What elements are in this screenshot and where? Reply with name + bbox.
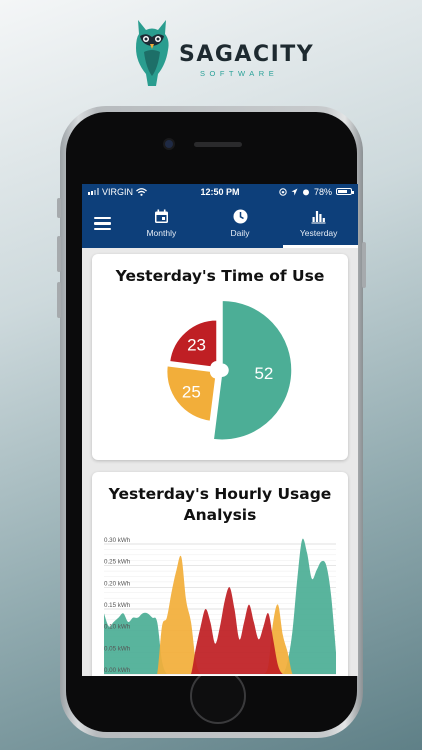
owl-icon: [136, 20, 169, 86]
brand-subtitle: SOFTWARE: [200, 69, 279, 78]
y-tick-label: 0.20 kWh: [104, 580, 131, 587]
time-of-use-card: Yesterday's Time of Use 52 25 23: [92, 254, 348, 460]
phone-bezel: VIRGIN 12:50 PM 78% Monthly Daily Yester…: [66, 112, 358, 732]
hourly-usage-title: Yesterday's Hourly Usage Analysis: [108, 485, 332, 524]
y-tick-label: 0.05 kWh: [104, 645, 131, 652]
top-nav: Monthly Daily Yesterday: [82, 199, 358, 248]
tab-monthly[interactable]: Monthly: [122, 199, 201, 248]
front-camera: [165, 140, 173, 148]
hourly-usage-area-chart: 0.30 kWh 0.25 kWh 0.20 kWh 0.15 kWh 0.10 kWh…: [104, 537, 336, 675]
tab-yesterday-label: Yesterday: [299, 228, 338, 238]
time-of-use-title: Yesterday's Time of Use: [115, 267, 325, 285]
mute-switch: [57, 198, 61, 218]
volume-up-button: [57, 236, 61, 272]
time-of-use-pie-chart: 52 25 23: [165, 299, 293, 441]
power-button: [362, 242, 366, 288]
hamburger-menu-icon[interactable]: [82, 199, 122, 248]
status-time: 12:50 PM: [200, 186, 240, 197]
clock-icon: [233, 209, 247, 224]
pie-label-25: 25: [182, 382, 201, 401]
tab-monthly-label: Monthly: [146, 228, 177, 238]
pie-slice-52: [212, 299, 293, 441]
tab-yesterday[interactable]: Yesterday: [279, 199, 358, 248]
content-area[interactable]: Yesterday's Time of Use 52 25 23 Yesterday…: [82, 248, 358, 676]
y-tick-label: 0.10 kWh: [104, 624, 131, 631]
tab-daily-label: Daily: [230, 228, 250, 238]
y-tick-label: 0.25 kWh: [104, 559, 131, 566]
pie-center-hole: [213, 364, 225, 376]
earpiece-speaker: [194, 142, 242, 147]
status-bar: VIRGIN 12:50 PM 78%: [82, 184, 358, 199]
y-tick-label: 0.15 kWh: [104, 602, 131, 609]
bar-chart-icon: [311, 211, 326, 224]
calendar-icon: [154, 209, 168, 223]
hourly-usage-card: Yesterday's Hourly Usage Analysis 0.30 k…: [92, 472, 348, 676]
y-tick-label: 0.30 kWh: [104, 537, 131, 544]
tab-daily[interactable]: Daily: [201, 199, 280, 248]
pie-label-52: 52: [254, 364, 273, 383]
y-tick-label: 0.00 kWh: [104, 667, 131, 674]
pie-label-23: 23: [187, 336, 206, 355]
volume-down-button: [57, 282, 61, 318]
brand-name: SAGACITY: [179, 42, 315, 67]
home-button[interactable]: [190, 668, 246, 724]
phone-frame: VIRGIN 12:50 PM 78% Monthly Daily Yester…: [57, 106, 366, 738]
battery-icon: [336, 188, 354, 195]
app-screen: VIRGIN 12:50 PM 78% Monthly Daily Yester…: [82, 184, 358, 676]
brand-logo: SAGACITY SOFTWARE: [132, 18, 313, 90]
